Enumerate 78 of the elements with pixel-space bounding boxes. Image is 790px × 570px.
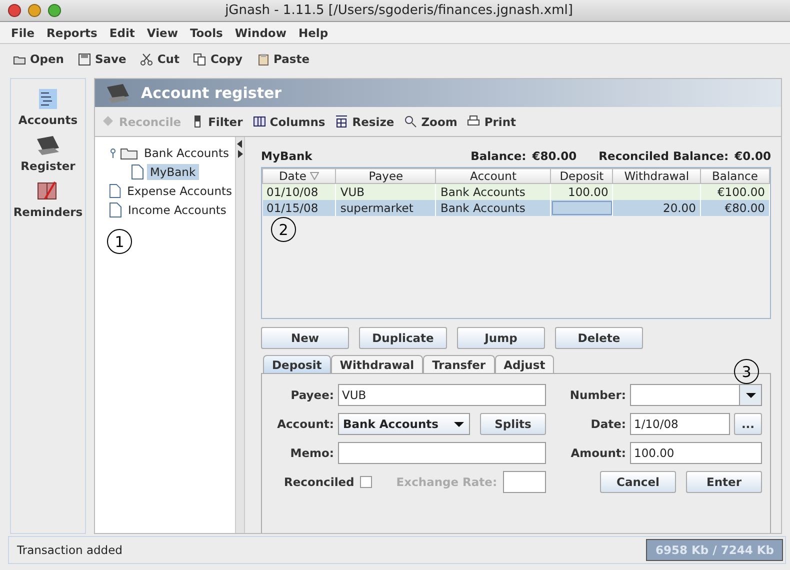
menu-item[interactable]: File bbox=[6, 26, 40, 40]
table-cell: 01/15/08 bbox=[262, 200, 336, 216]
reconciled-balance-value: €0.00 bbox=[734, 149, 771, 163]
action-button[interactable]: Delete bbox=[555, 327, 643, 349]
menu-item[interactable]: View bbox=[142, 26, 183, 40]
callout-marker: 1 bbox=[107, 229, 132, 254]
table-cell: VUB bbox=[336, 184, 436, 200]
table-row[interactable]: 01/10/08 VUB Bank Accounts 100.00 €100.00 bbox=[262, 184, 770, 200]
menu-item[interactable]: Tools bbox=[184, 26, 228, 40]
field-label: Amount: bbox=[570, 446, 626, 460]
column-header[interactable]: Payee bbox=[336, 168, 436, 184]
callout-marker: 2 bbox=[271, 217, 296, 242]
column-header[interactable]: Balance bbox=[700, 168, 770, 184]
sidebar-item[interactable]: Register bbox=[20, 133, 76, 173]
toolbar-button[interactable]: Filter bbox=[186, 112, 248, 130]
account-name: MyBank bbox=[261, 149, 314, 163]
action-button[interactable]: New bbox=[261, 327, 349, 349]
toolbar-button[interactable]: Print bbox=[462, 112, 522, 130]
date-field[interactable]: 1/10/08 bbox=[630, 413, 730, 435]
toolbar-button[interactable]: Resize bbox=[330, 112, 400, 130]
balance-value: €80.00 bbox=[532, 149, 577, 163]
sidebar-item[interactable]: Reminders bbox=[13, 179, 83, 219]
table-cell: Bank Accounts bbox=[436, 184, 551, 200]
tree-item[interactable]: Expense Accounts bbox=[124, 182, 235, 198]
table-cell: 01/10/08 bbox=[262, 184, 336, 200]
balance-label: Balance: bbox=[470, 149, 526, 163]
window-title: jGnash - 1.11.5 [/Users/sgoderis/finances.jgnash.xml] bbox=[224, 3, 574, 18]
column-label: Date bbox=[278, 169, 320, 183]
tree-item[interactable]: MyBank bbox=[147, 164, 199, 180]
tab[interactable]: Transfer bbox=[423, 355, 495, 373]
tab[interactable]: Deposit bbox=[263, 355, 331, 373]
sidebar-item[interactable]: Accounts bbox=[18, 87, 78, 127]
field-label: Payee: bbox=[290, 388, 334, 402]
amount-field[interactable]: 100.00 bbox=[630, 442, 762, 464]
table-cell: €100.00 bbox=[700, 184, 770, 200]
field-label: Memo: bbox=[289, 446, 334, 460]
toolbar-button[interactable]: Zoom bbox=[399, 112, 462, 130]
status-message: Transaction added bbox=[17, 543, 122, 557]
toolbar-button[interactable]: Paste bbox=[252, 50, 315, 68]
menu-item[interactable]: Window bbox=[230, 26, 292, 40]
menu-item[interactable]: Help bbox=[293, 26, 334, 40]
table-cell: Bank Accounts bbox=[436, 200, 551, 216]
tree-item[interactable]: Income Accounts bbox=[125, 202, 230, 218]
tab[interactable]: Withdrawal bbox=[330, 355, 424, 373]
action-button[interactable]: Jump bbox=[457, 327, 545, 349]
reconciled-balance-label: Reconciled Balance: bbox=[598, 149, 729, 163]
column-header[interactable]: Deposit bbox=[550, 168, 613, 184]
field-label: Exchange Rate: bbox=[396, 475, 498, 489]
field-label: Account: bbox=[276, 417, 334, 431]
date-picker-button[interactable]: ... bbox=[734, 413, 762, 435]
account-dropdown[interactable]: Bank Accounts bbox=[338, 413, 470, 435]
menu-item[interactable]: Reports bbox=[42, 26, 102, 40]
toolbar-button[interactable]: Columns bbox=[248, 112, 330, 130]
tree-item[interactable]: Bank Accounts bbox=[141, 144, 232, 160]
menu-item[interactable]: Edit bbox=[104, 26, 140, 40]
enter-button[interactable]: Enter bbox=[686, 471, 762, 493]
column-header[interactable]: Withdrawal bbox=[612, 168, 700, 184]
field-label: Reconciled bbox=[284, 475, 354, 489]
column-header[interactable]: Date bbox=[262, 168, 336, 184]
table-cell: supermarket bbox=[336, 200, 436, 216]
table-cell: 100.00 bbox=[550, 184, 613, 200]
memory-indicator: 6958 Kb / 7244 Kb bbox=[646, 539, 783, 561]
panel-title: Account register bbox=[141, 84, 282, 102]
toolbar-button[interactable]: Cut bbox=[135, 50, 184, 68]
cancel-button[interactable]: Cancel bbox=[600, 471, 676, 493]
toolbar-button[interactable]: Save bbox=[73, 50, 132, 68]
field-label: Date: bbox=[590, 417, 626, 431]
toolbar-button[interactable]: Open bbox=[8, 50, 69, 68]
splits-button[interactable]: Splits bbox=[480, 413, 546, 435]
table-cell: €80.00 bbox=[700, 200, 770, 216]
toolbar-button[interactable]: Copy bbox=[188, 50, 248, 68]
field-label: Number: bbox=[568, 388, 626, 402]
column-header[interactable]: Account bbox=[436, 168, 551, 184]
action-button[interactable]: Duplicate bbox=[359, 327, 447, 349]
table-row[interactable]: 01/15/08 supermarket Bank Accounts 20.00 €80.00 bbox=[262, 200, 770, 216]
table-cell: 20.00 bbox=[612, 200, 700, 216]
payee-field[interactable]: VUB bbox=[338, 384, 546, 406]
tab[interactable]: Adjust bbox=[494, 355, 554, 373]
